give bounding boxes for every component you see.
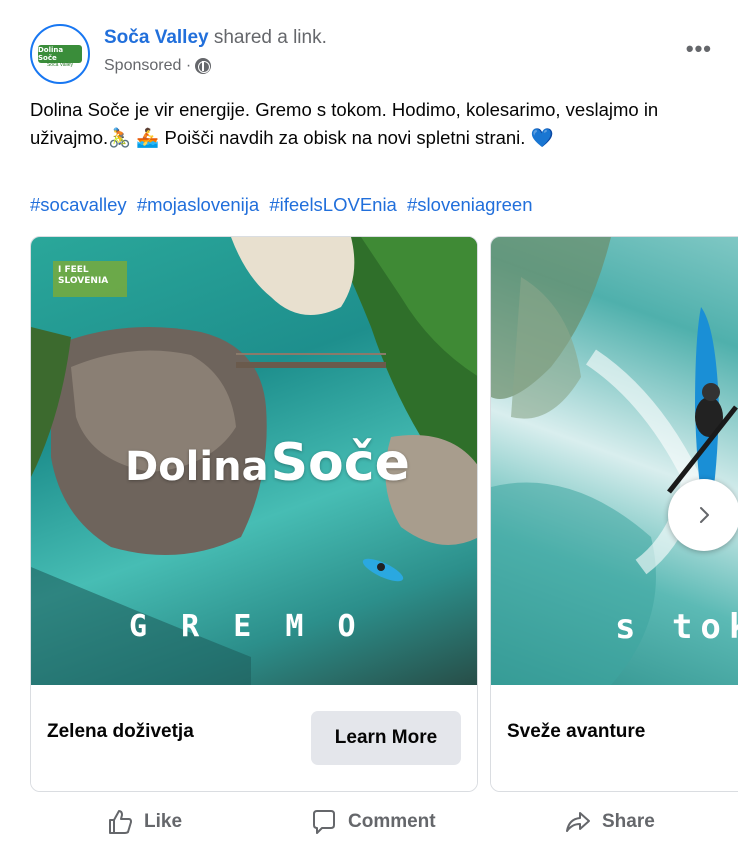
card-footer: Sveže avanture [491,685,738,791]
page-avatar[interactable]: Dolina Soče Soča Valley [30,24,90,84]
badge-line-1: I FEEL [58,265,89,275]
chevron-right-icon [700,507,709,523]
hashtag-link[interactable]: #socavalley [30,194,127,215]
globe-icon [195,58,212,74]
learn-more-button[interactable]: Learn More [311,711,461,765]
hashtag-list: #socavalley #mojaslovenija #ifeelsLOVEni… [30,194,537,216]
card-image[interactable]: I FEEL SLOVENIA DolinaSoče G R E M O [31,237,477,685]
overlay-title: DolinaSoče [125,433,410,493]
share-label: Share [602,811,655,832]
page-logo-sub: Soča Valley [46,62,74,68]
overlay-title-b: Soče [270,433,410,493]
overlay-title-a: Dolina [125,444,269,490]
carousel-card[interactable]: I FEEL SLOVENIA DolinaSoče G R E M O Zel… [30,236,478,792]
card-image[interactable]: s tok [491,237,738,685]
hashtag-link[interactable]: #ifeelsLOVEnia [269,194,397,215]
poster-line: Soča Valley shared a link. [104,27,327,49]
comment-label: Comment [348,811,436,832]
page-name-link[interactable]: Soča Valley [104,27,209,48]
hashtag-link[interactable]: #sloveniagreen [407,194,532,215]
post-header: Dolina Soče Soča Valley Soča Valley shar… [30,22,718,84]
overlay-word: G R E M O [129,609,364,644]
share-button[interactable]: Share [564,808,655,836]
more-options-icon[interactable]: ••• [686,36,712,62]
like-label: Like [144,811,183,832]
comment-button[interactable]: Comment [310,808,436,836]
carousel-next-button[interactable] [668,479,738,551]
thumbs-up-icon [109,810,132,834]
badge-line-2: SLOVENIA [58,276,109,286]
post-meta: Sponsored · [104,57,212,75]
post-text: Dolina Soče je vir energije. Gremo s tok… [30,99,659,148]
overlay-word: s tok [615,607,738,647]
share-icon [566,812,590,832]
like-button[interactable]: Like [106,808,182,836]
post-action-bar: Like Comment Share [30,800,720,844]
link-carousel: I FEEL SLOVENIA DolinaSoče G R E M O Zel… [30,236,738,796]
hashtag-link[interactable]: #mojaslovenija [137,194,259,215]
post-action-text: shared a link. [208,27,327,48]
page-logo: Dolina Soče [38,45,82,63]
sponsored-label[interactable]: Sponsored · [104,57,191,75]
card-footer: Zelena doživetja Learn More [31,685,477,791]
comment-icon [313,810,335,834]
card-title[interactable]: Sveže avanture [507,721,645,743]
card-title[interactable]: Zelena doživetja [47,721,194,743]
ifeelslovenia-badge: I FEEL SLOVENIA [53,261,127,297]
